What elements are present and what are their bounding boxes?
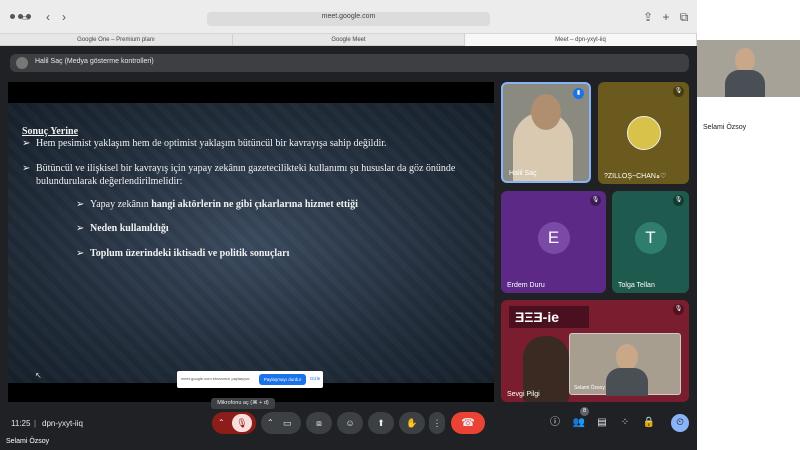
footer-name: Selami Özsoy (6, 438, 50, 445)
presenter-label: Halil Saç (Medya gösterme kontrolleri) (35, 58, 154, 65)
participant-tile-halil[interactable]: ▮ Halil Saç (501, 82, 591, 183)
chat-icon[interactable]: ▤ (594, 415, 610, 431)
participant-name: Tolga Tellan (618, 282, 655, 289)
mic-muted-icon: 🎙 (673, 86, 684, 97)
camera-icon[interactable]: ▭ (283, 412, 292, 434)
captions-icon: ⧈ (316, 418, 322, 428)
mic-control[interactable]: ⌃ 🎙 (212, 412, 256, 434)
side-video (697, 40, 800, 97)
participants-count-badge: 8 (580, 407, 589, 416)
emoji-icon: ☺ (345, 418, 355, 428)
meeting-code: dpn-yxyt-iiq (42, 419, 83, 428)
mic-tooltip: Mikrofonu aç (⌘ + d) (211, 398, 275, 409)
raise-hand-button[interactable]: ✋ (399, 412, 425, 434)
camera-control[interactable]: ⌃ ▭ (261, 412, 301, 434)
arrow-bullet-icon: ➢ (22, 163, 31, 174)
people-icon[interactable]: 👥 (571, 415, 587, 431)
arrow-bullet-icon: ➢ (76, 223, 85, 234)
participant-tile-erdem[interactable]: E 🎙 Erdem Duru (501, 191, 606, 293)
mic-muted-icon: 🎙 (590, 195, 601, 206)
emoji-button[interactable]: ☺ (337, 412, 363, 434)
avatar: T (634, 222, 667, 254)
more-vert-icon: ⋮ (432, 418, 442, 428)
participant-video (531, 94, 561, 130)
companion-icon[interactable]: ⏲ (671, 414, 689, 432)
side-name: Selami Özsoy (703, 124, 747, 131)
stop-sharing-button[interactable]: Paylaşmayı durdur (259, 374, 306, 385)
side-video-panel: Selami Özsoy (697, 0, 800, 450)
slide: Sonuç Yerine ➢ Hem pesimist yaklaşım hem… (8, 103, 494, 383)
mic-muted-icon: 🎙 (673, 195, 684, 206)
slide-sub-bullet: Yapay zekânın hangi aktörlerin ne gibi ç… (90, 199, 358, 210)
address-text: meet.google.com (321, 13, 376, 20)
tab-google-meet[interactable]: Google Meet (233, 34, 465, 46)
participant-video (735, 48, 755, 72)
tab-meet-call[interactable]: Meet – dpn-yxyt-iiq (465, 34, 697, 46)
back-icon[interactable]: ‹ (40, 9, 56, 25)
tab-google-one[interactable]: Google One – Premium planı (0, 34, 233, 46)
slide-sub-bullet: Toplum üzerindeki iktisadi ve politik so… (90, 248, 290, 259)
forward-icon[interactable]: › (56, 9, 72, 25)
slide-bullet: Hem pesimist yaklaşım hem de optimist ya… (36, 138, 387, 149)
captions-button[interactable]: ⧈ (306, 412, 332, 434)
participant-video (606, 368, 648, 396)
avatar (16, 57, 28, 69)
arrow-bullet-icon: ➢ (76, 248, 85, 259)
share-banner: meet.google.com ekranınızı paylaşıyor. P… (177, 371, 323, 388)
activities-icon[interactable]: ⁘ (617, 415, 633, 431)
slide-bullet: Bütüncül ve ilişkisel bir kavrayış için … (36, 163, 456, 187)
hand-icon: ✋ (406, 418, 418, 428)
new-tab-icon[interactable]: + (658, 9, 674, 25)
present-button[interactable]: ⬆ (368, 412, 394, 434)
window-dot[interactable] (10, 14, 15, 19)
separator: | (34, 419, 37, 428)
presenter-bar[interactable]: Halil Saç (Medya gösterme kontrolleri) (10, 54, 689, 72)
share-icon[interactable]: ⇪ (640, 9, 656, 25)
mouse-cursor-icon: ↖ (35, 371, 42, 380)
browser-window: ▭ ‹ › meet.google.com ⇪ + ⧉ Google One –… (0, 0, 697, 450)
chevron-up-icon[interactable]: ⌃ (267, 412, 274, 434)
hang-up-icon: ☎ (461, 417, 475, 429)
info-icon[interactable]: ⓘ (547, 415, 563, 431)
mic-muted-icon: 🎙 (673, 304, 684, 315)
participant-tile-zillos[interactable]: 🎙 ?ZILLOŞ~CHANہ♡ (598, 82, 689, 184)
shared-screen: Sonuç Yerine ➢ Hem pesimist yaklaşım hem… (8, 82, 494, 402)
tab-overview-icon[interactable]: ⧉ (676, 9, 692, 25)
slide-sub-bullet: Neden kullanıldığı (90, 223, 169, 234)
participant-tile-tolga[interactable]: T 🎙 Tolga Tellan (612, 191, 689, 293)
present-icon: ⬆ (377, 418, 385, 428)
participant-video (616, 344, 638, 370)
participant-video (725, 70, 765, 97)
speaking-icon: ▮ (573, 88, 584, 99)
avatar: E (537, 222, 570, 254)
more-options-button[interactable]: ⋮ (429, 412, 445, 434)
self-view-tile[interactable]: Selami Özsoy (569, 333, 681, 396)
tab-bar: Google One – Premium planı Google Meet M… (0, 34, 697, 46)
hide-banner-button[interactable]: Gizle (310, 376, 320, 381)
host-controls-icon[interactable]: 🔒 (641, 415, 657, 431)
participant-name: Halil Saç (509, 170, 537, 177)
participant-name: ?ZILLOŞ~CHANہ♡ (604, 173, 667, 180)
participant-tile-sevgi[interactable]: ƎΞƎ-ie Selami Özsoy 🎙 Sevgi Pilgi (501, 300, 689, 402)
clock: 11:25 (11, 419, 31, 428)
participant-name: Sevgi Pilgi (507, 391, 540, 398)
address-bar[interactable]: meet.google.com (207, 12, 490, 26)
chevron-up-icon[interactable]: ⌃ (218, 412, 225, 434)
avatar (627, 116, 661, 150)
mic-off-icon[interactable]: 🎙 (232, 414, 252, 432)
sidebar-toggle-icon[interactable]: ▭ (18, 9, 34, 25)
browser-toolbar: ▭ ‹ › meet.google.com ⇪ + ⧉ (0, 0, 697, 34)
arrow-bullet-icon: ➢ (22, 138, 31, 149)
self-view-name: Selami Özsoy (574, 385, 605, 391)
end-call-button[interactable]: ☎ (451, 412, 485, 434)
arrow-bullet-icon: ➢ (76, 199, 85, 210)
background-sign: ƎΞƎ-ie (509, 306, 589, 328)
share-banner-text: meet.google.com ekranınızı paylaşıyor. (181, 376, 251, 381)
participant-name: Erdem Duru (507, 282, 545, 289)
